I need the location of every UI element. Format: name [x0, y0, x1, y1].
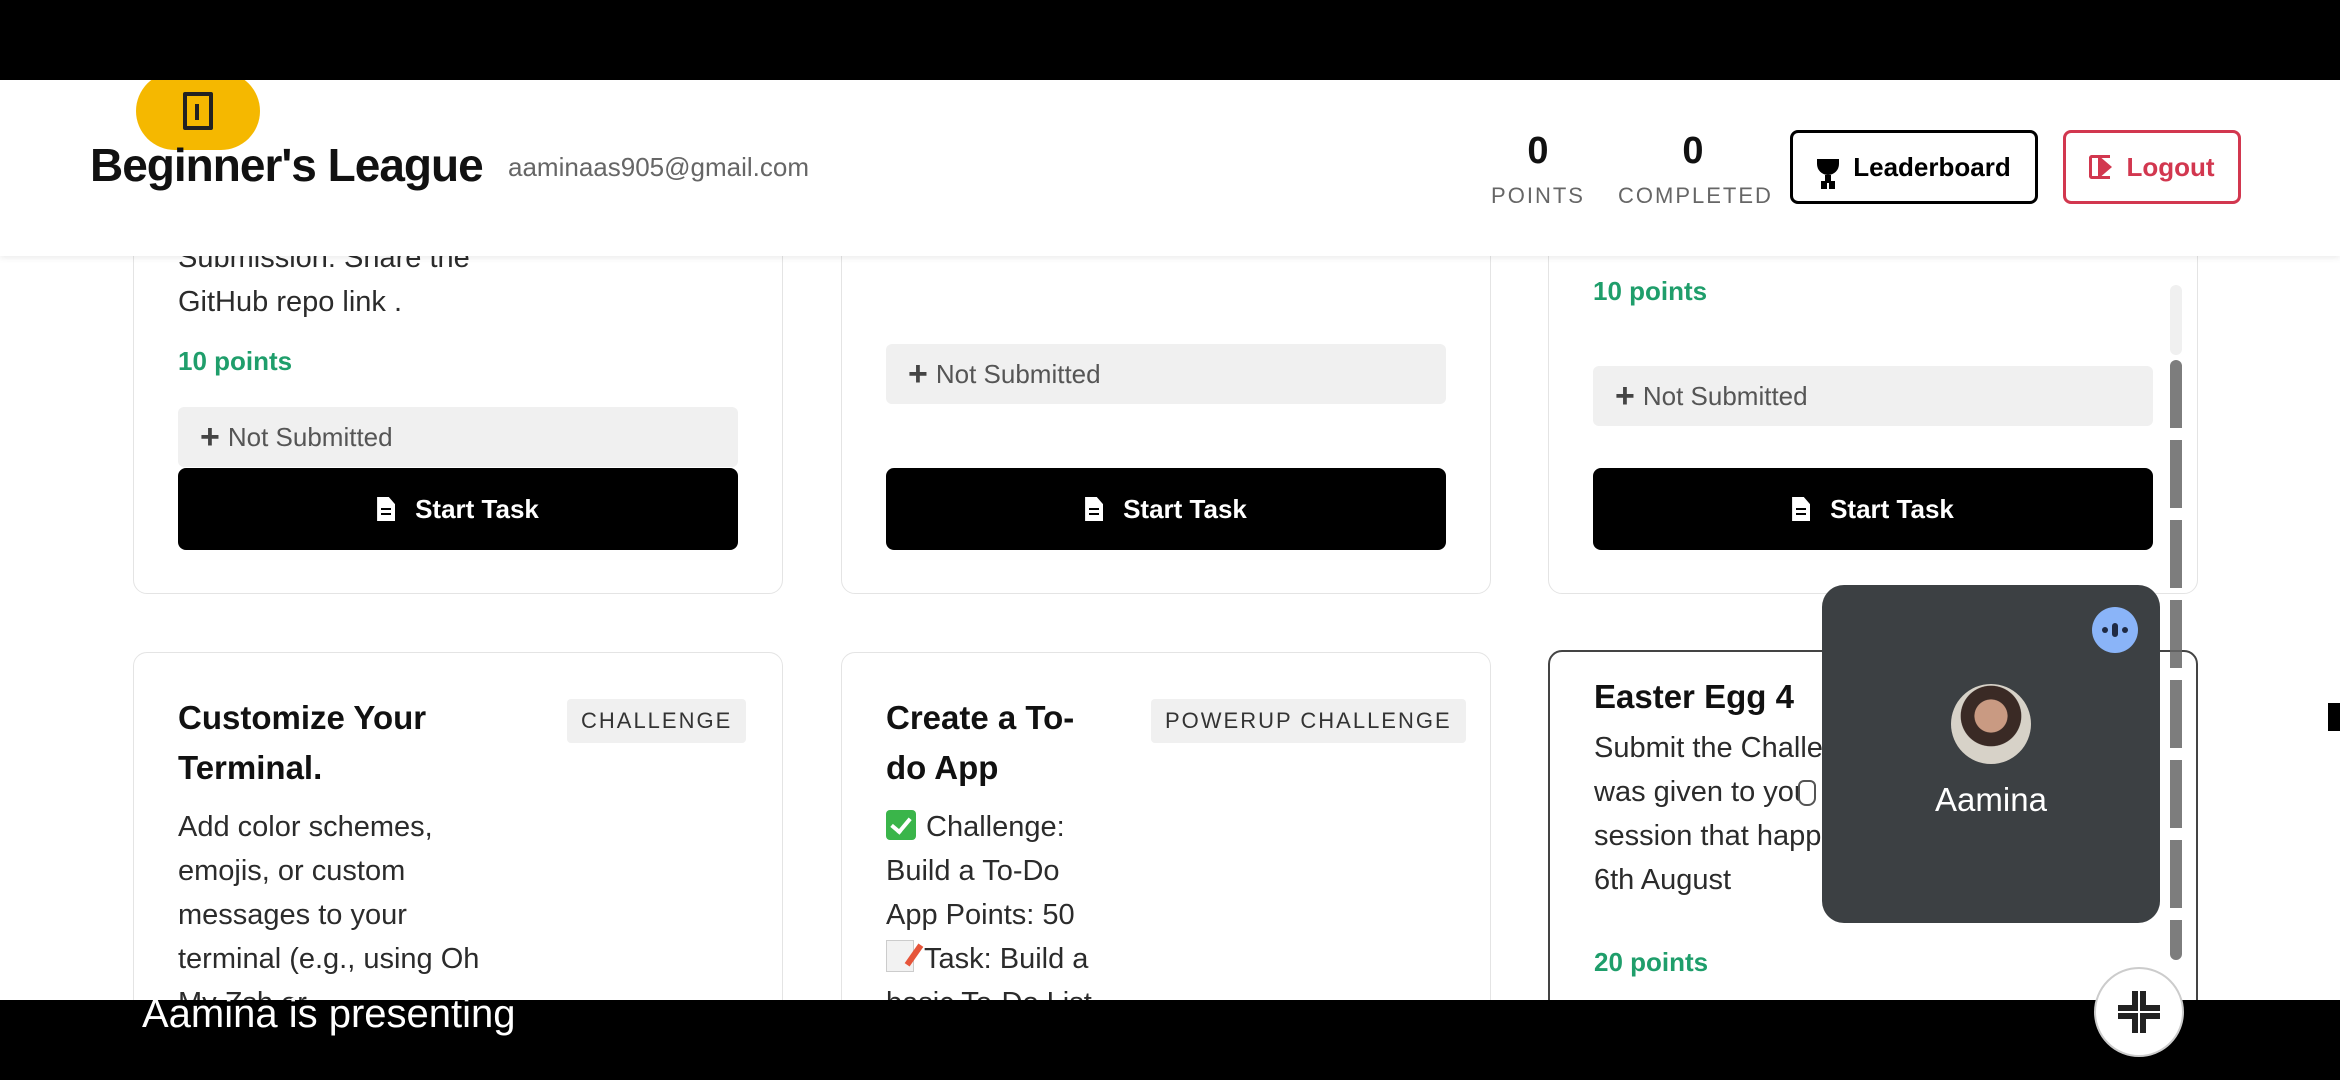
task-title: Create a To- do App	[886, 693, 1074, 793]
participant-tile[interactable]: Aamina	[1822, 585, 2160, 923]
submission-status[interactable]: + Not Submitted	[178, 407, 738, 467]
plus-icon: +	[1615, 376, 1635, 415]
app-header: Beginner's League aaminaas905@gmail.com …	[0, 80, 2340, 256]
title-line: Customize Your	[178, 699, 427, 736]
trophy-icon	[1817, 159, 1840, 183]
description-line: messages to your	[178, 899, 407, 931]
user-email: aaminaas905@gmail.com	[508, 152, 809, 182]
task-title: Customize Your Terminal.	[178, 693, 426, 793]
task-points: 10 points	[1593, 276, 1708, 306]
points-label: POINTS	[1491, 183, 1585, 208]
door-icon	[183, 92, 213, 130]
title-line: do App	[886, 749, 999, 786]
brand-title: Beginner's League	[90, 139, 484, 191]
checkmark-icon	[886, 810, 916, 840]
task-type-badge: POWERUP CHALLENGE	[1151, 699, 1466, 743]
task-description: Submit the Challe was given to you sessi…	[1594, 726, 1823, 902]
points-value: 0	[1527, 130, 1549, 172]
description-text: Challenge:	[926, 811, 1065, 843]
hand-cursor-icon	[1798, 780, 1816, 806]
leaderboard-button[interactable]: Leaderboard	[1790, 130, 2038, 204]
logout-label: Logout	[2126, 151, 2215, 182]
logout-icon	[2089, 155, 2113, 179]
task-description: Add color schemes, emojis, or custom mes…	[178, 805, 479, 1000]
completed-label: COMPLETED	[1618, 183, 1773, 208]
edge-marker	[2328, 703, 2340, 731]
task-type-badge: CHALLENGE	[567, 699, 747, 743]
start-task-button[interactable]: Start Task	[886, 468, 1446, 550]
plus-icon: +	[200, 417, 220, 456]
start-task-button[interactable]: Start Task	[178, 468, 738, 550]
start-task-label: Start Task	[1123, 493, 1247, 524]
submission-status[interactable]: + Not Submitted	[1593, 366, 2153, 426]
scrollbar-track	[2170, 285, 2182, 355]
description-line: Challenge:	[886, 805, 1092, 849]
exit-fullscreen-button[interactable]	[2094, 967, 2184, 1057]
completed-value: 0	[1682, 130, 1704, 172]
start-task-label: Start Task	[415, 493, 539, 524]
submission-status-label: Not Submitted	[935, 358, 1101, 389]
task-title: Easter Egg 4	[1594, 678, 1794, 715]
description-line: basic To-Do List	[886, 981, 1092, 1000]
more-options-icon[interactable]	[2092, 607, 2138, 653]
description-line: App Points: 50	[886, 899, 1075, 931]
description-line: terminal (e.g., using Oh	[178, 943, 480, 975]
start-task-label: Start Task	[1830, 493, 1954, 524]
avatar	[1951, 684, 2031, 764]
logout-button[interactable]: Logout	[2063, 130, 2241, 204]
description-text: Task: Build a	[924, 943, 1089, 975]
task-card: Create a To- do App POWERUP CHALLENGE Ch…	[841, 652, 1491, 1000]
document-icon	[1085, 497, 1104, 521]
description-line: GitHub repo link .	[178, 286, 403, 318]
memo-icon	[886, 940, 914, 972]
description-line: Add color schemes,	[178, 811, 433, 843]
leaderboard-label: Leaderboard	[1853, 151, 2011, 182]
description-line: 6th August	[1594, 864, 1732, 896]
start-task-button[interactable]: Start Task	[1593, 468, 2153, 550]
title-line: Create a To-	[886, 699, 1075, 736]
task-description: Challenge: Build a To-Do App Points: 50 …	[886, 805, 1092, 1000]
submission-status-label: Not Submitted	[1642, 380, 1808, 411]
points-stat: 0 POINTS	[1490, 130, 1586, 209]
plus-icon: +	[908, 354, 928, 393]
title-line: Terminal.	[178, 749, 323, 786]
description-line: emojis, or custom	[178, 855, 406, 887]
completed-stat: 0 COMPLETED	[1618, 130, 1773, 209]
document-icon	[377, 497, 396, 521]
description-line: was given to you	[1594, 776, 1811, 808]
description-line: Build a To-Do	[886, 855, 1060, 887]
presenting-label: Aamina is presenting	[142, 992, 516, 1036]
task-points: 10 points	[178, 346, 293, 376]
participant-name: Aamina	[1935, 781, 2047, 818]
description-line: Task: Build a	[886, 937, 1092, 981]
submission-status-label: Not Submitted	[227, 421, 393, 452]
submission-status[interactable]: + Not Submitted	[886, 344, 1446, 404]
scrollbar[interactable]	[2170, 360, 2182, 960]
task-card: Customize Your Terminal. CHALLENGE Add c…	[133, 652, 783, 1000]
task-points: 20 points	[1594, 947, 1709, 977]
description-line: session that happ	[1594, 820, 1822, 852]
description-line: Submit the Challe	[1594, 732, 1823, 764]
document-icon	[1792, 497, 1811, 521]
